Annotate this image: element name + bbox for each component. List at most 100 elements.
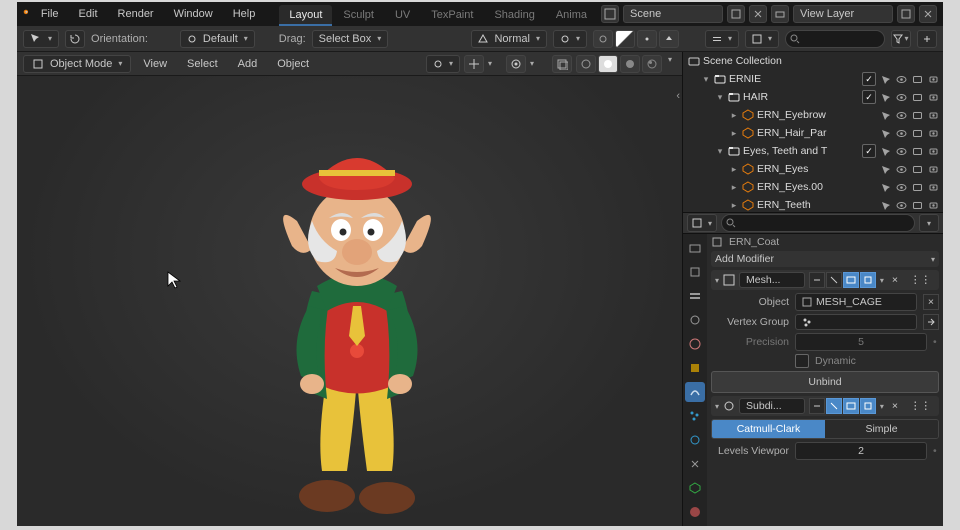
- outliner-restrict-icon[interactable]: [878, 144, 893, 159]
- tab-uv[interactable]: UV: [385, 5, 420, 26]
- outliner-restrict-icon[interactable]: [926, 180, 941, 195]
- outliner-checkbox[interactable]: [862, 72, 876, 86]
- outliner-restrict-icon[interactable]: [894, 162, 909, 177]
- menu-file[interactable]: File: [33, 6, 67, 22]
- outliner-restrict-icon[interactable]: [894, 198, 909, 213]
- overlay-toggle-icon[interactable]: [506, 55, 526, 73]
- vertex-group-invert-icon[interactable]: [923, 314, 939, 330]
- tab-animation[interactable]: Anima: [546, 5, 597, 26]
- viewlayer-delete-icon[interactable]: [919, 5, 937, 23]
- arrow-up-icon[interactable]: [659, 30, 679, 48]
- ptab-data-icon[interactable]: [685, 478, 705, 498]
- modifier1-name[interactable]: Mesh...: [739, 272, 805, 288]
- outliner-restrict-icon[interactable]: [878, 162, 893, 177]
- mod-render-icon[interactable]: [860, 272, 876, 288]
- menu-render[interactable]: Render: [110, 6, 162, 22]
- add-modifier-dropdown[interactable]: Add Modifier ▾: [711, 251, 939, 267]
- mod2-edit-icon[interactable]: [826, 398, 842, 414]
- outliner-scene-collection[interactable]: Scene Collection: [683, 52, 943, 70]
- mod-viewport-icon[interactable]: [843, 272, 859, 288]
- ptab-world-icon[interactable]: [685, 334, 705, 354]
- outliner-restrict-icon[interactable]: [878, 90, 893, 105]
- outliner-restrict-icon[interactable]: [926, 162, 941, 177]
- modifier-subdiv-header[interactable]: ▾ Subdi... ▾ × ⋮⋮: [711, 396, 939, 416]
- outliner-restrict-icon[interactable]: [910, 126, 925, 141]
- precision-field[interactable]: 5: [795, 333, 927, 351]
- outliner-restrict-icon[interactable]: [894, 72, 909, 87]
- drag-dropdown[interactable]: Select Box ▾: [312, 30, 389, 48]
- gizmo-visibility-dropdown[interactable]: ▾: [426, 55, 460, 73]
- levels-viewport-field[interactable]: 2: [795, 442, 927, 460]
- viewport-menu-add[interactable]: Add: [230, 56, 266, 72]
- seg-simple[interactable]: Simple: [825, 420, 938, 438]
- vertex-group-field[interactable]: [795, 314, 917, 330]
- outliner-view-icon[interactable]: ▾: [745, 30, 779, 48]
- outliner-display-mode[interactable]: ▾: [705, 30, 739, 48]
- tree-toggle-icon[interactable]: ▾: [701, 74, 711, 85]
- mod-edit-icon[interactable]: [826, 272, 842, 288]
- mod2-render-icon[interactable]: [860, 398, 876, 414]
- outliner-restrict-icon[interactable]: [926, 198, 941, 213]
- modifier1-extras-dropdown[interactable]: ▾: [880, 276, 884, 285]
- scene-name-field[interactable]: Scene: [623, 5, 723, 23]
- mod2-viewport-icon[interactable]: [843, 398, 859, 414]
- modifier1-delete-icon[interactable]: ×: [888, 274, 902, 286]
- outliner-restrict-icon[interactable]: [910, 108, 925, 123]
- props-options-icon[interactable]: ▾: [919, 214, 939, 232]
- filter-icon[interactable]: ▾: [891, 30, 911, 48]
- tree-toggle-icon[interactable]: ▸: [729, 164, 739, 175]
- shading-solid-icon[interactable]: [598, 55, 618, 73]
- outliner-restrict-icon[interactable]: [926, 144, 941, 159]
- tab-shading[interactable]: Shading: [484, 5, 544, 26]
- outliner-row[interactable]: ▾ HAIR: [683, 88, 943, 106]
- ptab-modifier-icon[interactable]: [685, 382, 705, 402]
- props-editor-type[interactable]: ▾: [687, 214, 717, 232]
- outliner-restrict-icon[interactable]: [926, 72, 941, 87]
- menu-edit[interactable]: Edit: [71, 6, 106, 22]
- tree-toggle-icon[interactable]: ▸: [729, 128, 739, 139]
- object-clear-icon[interactable]: ×: [923, 294, 939, 310]
- ptab-particles-icon[interactable]: [685, 406, 705, 426]
- outliner-restrict-icon[interactable]: [878, 198, 893, 213]
- viewport-menu-view[interactable]: View: [135, 56, 175, 72]
- ptab-output-icon[interactable]: [685, 262, 705, 282]
- ptab-material-icon[interactable]: [685, 502, 705, 522]
- tree-toggle-icon[interactable]: ▾: [715, 92, 725, 103]
- ptab-scene-icon[interactable]: [685, 310, 705, 330]
- xray-icon[interactable]: [552, 55, 572, 73]
- outliner-restrict-icon[interactable]: [910, 180, 925, 195]
- outliner-restrict-icon[interactable]: [894, 90, 909, 105]
- outliner-restrict-icon[interactable]: [910, 144, 925, 159]
- outliner-restrict-icon[interactable]: [894, 180, 909, 195]
- tree-toggle-icon[interactable]: ▾: [715, 146, 725, 157]
- outliner-restrict-icon[interactable]: [910, 198, 925, 213]
- new-collection-icon[interactable]: [917, 30, 937, 48]
- mod2-realtime-icon[interactable]: [809, 398, 825, 414]
- outliner-restrict-icon[interactable]: [878, 72, 893, 87]
- viewport-menu-select[interactable]: Select: [179, 56, 226, 72]
- tree-toggle-icon[interactable]: ▸: [729, 200, 739, 211]
- tree-toggle-icon[interactable]: ▸: [729, 110, 739, 121]
- unbind-button[interactable]: Unbind: [711, 371, 939, 393]
- outliner[interactable]: Scene Collection ▾ ERNIE ▾ HAIR ▸ ERN_Ey…: [683, 52, 943, 212]
- cursor-tool-dropdown[interactable]: ▾: [23, 30, 59, 48]
- viewlayer-new-icon[interactable]: [897, 5, 915, 23]
- sidebar-toggle-icon[interactable]: ‹: [676, 90, 680, 102]
- mod-realtime-icon[interactable]: [809, 272, 825, 288]
- outliner-row[interactable]: ▾ ERNIE: [683, 70, 943, 88]
- ptab-object-icon[interactable]: [685, 358, 705, 378]
- tree-toggle-icon[interactable]: ▸: [729, 182, 739, 193]
- normal-dropdown[interactable]: Normal ▾: [471, 30, 546, 48]
- outliner-restrict-icon[interactable]: [894, 108, 909, 123]
- tab-texpaint[interactable]: TexPaint: [421, 5, 483, 26]
- outliner-row[interactable]: ▸ ERN_Eyebrow: [683, 106, 943, 124]
- outliner-row[interactable]: ▸ ERN_Teeth: [683, 196, 943, 212]
- proportional-shape-icon[interactable]: [615, 30, 635, 48]
- mode-dropdown[interactable]: Object Mode ▾: [23, 55, 131, 73]
- dynamic-checkbox[interactable]: [795, 354, 809, 368]
- viewlayer-name-field[interactable]: View Layer: [793, 5, 893, 23]
- modifier2-extras-dropdown[interactable]: ▾: [880, 402, 884, 411]
- modifier-meshdeform-header[interactable]: ▾ Mesh... ▾ × ⋮⋮: [711, 270, 939, 290]
- modifier2-menu-icon[interactable]: ⋮⋮: [906, 400, 935, 412]
- outliner-restrict-icon[interactable]: [894, 144, 909, 159]
